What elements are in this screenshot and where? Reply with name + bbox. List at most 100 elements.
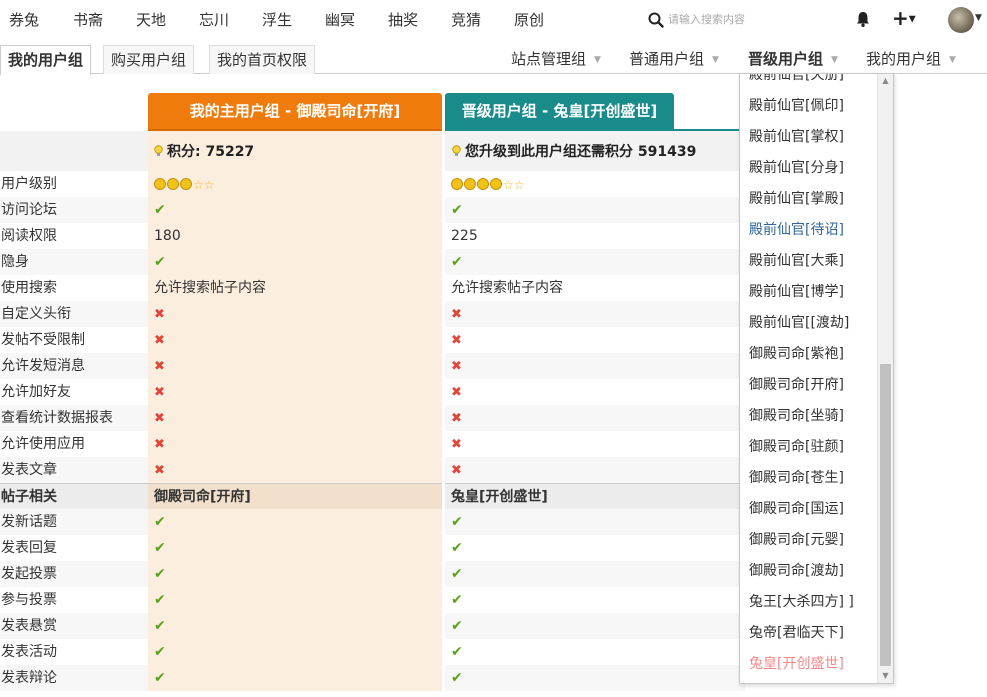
upgrade-group-value: 兔皇[开创盛世] xyxy=(445,483,745,509)
upgrade-group-value: ✖ xyxy=(445,301,745,327)
row-label: 发新话题 xyxy=(0,509,148,535)
tab-home-permissions[interactable]: 我的首页权限 xyxy=(209,45,316,74)
scroll-thumb[interactable] xyxy=(880,364,891,666)
dropdown-option[interactable]: 兔皇[开创盛世] xyxy=(740,649,877,680)
dropdown-option[interactable]: 御殿司命[苍生] xyxy=(740,463,877,494)
dropdown-scrollbar[interactable]: ▲ ▼ xyxy=(877,74,893,683)
row-label: 发表辩论 xyxy=(0,665,148,691)
dropdown-option[interactable]: 殿前仙官[[渡劫] xyxy=(740,308,877,339)
nav-item-quantu[interactable]: 券兔 xyxy=(9,9,39,30)
nav-item-yuanchuang[interactable]: 原创 xyxy=(514,9,544,30)
dropdown-option[interactable]: 兔帝[君临天下] xyxy=(740,618,877,649)
avatar[interactable] xyxy=(948,7,974,33)
smiley-icon xyxy=(464,178,476,190)
search-input[interactable] xyxy=(668,9,838,29)
dropdown-option[interactable]: 御殿司命[元婴] xyxy=(740,525,877,556)
main-group-value: ✔ xyxy=(148,639,442,665)
dropdown-option[interactable]: 殿前仙官[待诏] xyxy=(740,215,877,246)
scroll-down-arrow-icon[interactable]: ▼ xyxy=(878,669,893,683)
upgrade-group-value: ✔ xyxy=(445,613,745,639)
upgrade-group-value: ✖ xyxy=(445,379,745,405)
star-icon: ☆ xyxy=(193,178,204,192)
row-label: 允许使用应用 xyxy=(1,436,85,452)
dropdown-list: 殿前仙官[天册] 殿前仙官[佩印] 殿前仙官[掌权] 殿前仙官[分身] 殿前仙官[掌殿]… xyxy=(740,74,877,680)
upgrade-group-value: ☆☆ xyxy=(445,171,745,197)
main-group-value: ✔ xyxy=(148,613,442,639)
check-icon: ✔ xyxy=(154,618,166,634)
check-icon: ✔ xyxy=(154,202,166,218)
dropdown-option[interactable]: 殿前仙官[掌权] xyxy=(740,122,877,153)
upgrade-group-value: ✖ xyxy=(445,353,745,379)
row-label: 允许发短消息 xyxy=(0,353,148,379)
row-label: 发表文章 xyxy=(0,457,148,483)
tab-label: 晋级用户组 xyxy=(748,50,824,68)
dropdown-option[interactable]: 殿前仙官[分身] xyxy=(740,153,877,184)
tab-buy-user-group[interactable]: 购买用户组 xyxy=(103,45,195,74)
table-row: 允许加好友 ✖ ✖ xyxy=(0,379,745,405)
upgrade-group-value: ✔ xyxy=(445,509,745,535)
check-icon: ✔ xyxy=(451,514,463,530)
upgrade-group-value: ✔ xyxy=(445,639,745,665)
dropdown-option[interactable]: 殿前仙官[天册] xyxy=(740,74,877,91)
upgrade-group-value: ✔ xyxy=(445,535,745,561)
chevron-down-icon: ▼ xyxy=(594,54,601,65)
dropdown-option[interactable]: 御殿司命[坐骑] xyxy=(740,401,877,432)
table-row: 发帖不受限制 ✖ ✖ xyxy=(0,327,745,353)
dropdown-option[interactable]: 殿前仙官[博学] xyxy=(740,277,877,308)
section-row: 帖子相关 御殿司命[开府] 兔皇[开创盛世] xyxy=(0,483,745,509)
tab-my-groups[interactable]: 我的用户组 ▼ xyxy=(866,48,956,69)
row-label: 使用搜索 xyxy=(1,280,57,296)
main-group-value: ✖ xyxy=(148,301,442,327)
cell-text: 225 xyxy=(451,228,478,244)
tab-normal-user-group[interactable]: 普通用户组 ▼ xyxy=(629,48,719,69)
chevron-down-icon: ▼ xyxy=(831,54,838,65)
dropdown-option[interactable]: 御殿司命[驻颜] xyxy=(740,432,877,463)
tab-upgrade-user-group[interactable]: 晋级用户组 ▼ xyxy=(748,48,838,69)
dropdown-option[interactable]: 兔王[大杀四方] ] xyxy=(740,587,877,618)
row-label: 发帖不受限制 xyxy=(1,332,85,348)
upgrade-group-value: ✖ xyxy=(445,457,745,483)
smiley-icon xyxy=(477,178,489,190)
main-group-value: ✖ xyxy=(148,379,442,405)
upgrade-group-dropdown[interactable]: 殿前仙官[天册] 殿前仙官[佩印] 殿前仙官[掌权] 殿前仙官[分身] 殿前仙官[掌殿]… xyxy=(739,73,894,684)
bell-icon[interactable] xyxy=(854,10,872,28)
dropdown-option[interactable]: 御殿司命[开府] xyxy=(740,370,877,401)
nav-item-jingcai[interactable]: 竞猜 xyxy=(451,9,481,30)
dropdown-option[interactable]: 殿前仙官[大乘] xyxy=(740,246,877,277)
dropdown-option[interactable]: 御殿司命[渡劫] xyxy=(740,556,877,587)
check-icon: ✔ xyxy=(451,618,463,634)
nav-item-tiandi[interactable]: 天地 xyxy=(136,9,166,30)
current-points: 积分: 75227 xyxy=(167,144,255,160)
cell-text: 允许搜索帖子内容 xyxy=(154,280,266,296)
main-group-value: ✔ xyxy=(148,197,442,223)
nav-item-fusheng[interactable]: 浮生 xyxy=(262,9,292,30)
main-group-value: ✖ xyxy=(148,405,442,431)
dropdown-option[interactable]: 御殿司命[国运] xyxy=(740,494,877,525)
tab-site-admin-group[interactable]: 站点管理组 ▼ xyxy=(511,48,601,69)
points-label-cell xyxy=(0,131,148,171)
cross-icon: ✖ xyxy=(154,385,165,400)
nav-item-shuzhai[interactable]: 书斋 xyxy=(73,9,103,30)
plus-icon: + xyxy=(892,6,909,30)
dropdown-option[interactable]: 殿前仙官[掌殿] xyxy=(740,184,877,215)
nav-item-wangchuan[interactable]: 忘川 xyxy=(199,9,229,30)
dropdown-option[interactable]: 御殿司命[紫袍] xyxy=(740,339,877,370)
table-row: 发表辩论 ✔ ✔ xyxy=(0,665,745,691)
tab-label: 站点管理组 xyxy=(511,50,587,68)
scroll-up-arrow-icon[interactable]: ▲ xyxy=(878,74,893,88)
check-icon: ✔ xyxy=(154,540,166,556)
tab-label: 我的用户组 xyxy=(866,50,942,68)
table-row: 访问论坛 ✔ ✔ xyxy=(0,197,745,223)
plus-menu-button[interactable]: +▼ xyxy=(892,7,916,31)
table-row: 发表悬赏 ✔ ✔ xyxy=(0,613,745,639)
dropdown-option[interactable]: 殿前仙官[佩印] xyxy=(740,91,877,122)
tab-my-user-group[interactable]: 我的用户组 xyxy=(0,45,92,75)
nav-item-choujiang[interactable]: 抽奖 xyxy=(388,9,418,30)
row-label: 发起投票 xyxy=(0,561,148,587)
chevron-down-icon: ▼ xyxy=(908,14,916,25)
chevron-down-icon[interactable]: ▼ xyxy=(975,13,982,23)
nav-item-youming[interactable]: 幽冥 xyxy=(325,9,355,30)
search-icon[interactable] xyxy=(648,12,664,28)
required-points: 您升级到此用户组还需积分 591439 xyxy=(465,144,697,160)
upgrade-group-value: ✔ xyxy=(445,587,745,613)
